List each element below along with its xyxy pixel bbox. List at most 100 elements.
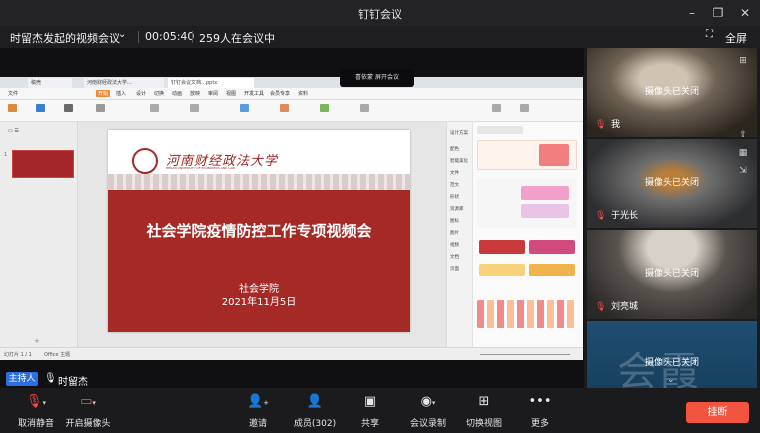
layout-icon[interactable] (64, 104, 73, 112)
invite-button[interactable]: 👤+ 邀请 (226, 394, 290, 429)
more-button[interactable]: ••• 更多 (508, 394, 572, 429)
camera-off-status: 摄像头已关闭 (644, 87, 699, 97)
lock-icon[interactable]: ⊞ (736, 56, 750, 66)
host-badge: 主持人 (6, 372, 38, 386)
textbox-icon[interactable] (240, 104, 249, 112)
wps-tab[interactable]: 稿壳 (28, 78, 72, 88)
maximize-icon[interactable]: ❐ (710, 5, 726, 21)
menu-item[interactable]: 文件 (8, 90, 18, 97)
new-slide-icon[interactable] (36, 104, 45, 112)
menu-item[interactable]: 切换 (154, 90, 164, 97)
wps-presentation-window: 稿壳 河南财经政法大学… 钉钉会议文档…pptx 文件 开始 插入 设计 切换 … (0, 77, 583, 360)
minimize-icon[interactable]: – (684, 5, 700, 21)
wps-tab[interactable]: 河南财经政法大学… (84, 78, 164, 88)
arrange-icon[interactable] (320, 104, 329, 112)
side-nav-item[interactable]: 设计方案 (450, 130, 468, 136)
side-nav-item[interactable]: 视频 (450, 242, 459, 248)
menu-item[interactable]: 会员专享 (270, 90, 290, 97)
menu-item[interactable]: 插入 (116, 90, 126, 97)
switch-view-label: 切换视图 (465, 419, 502, 429)
template-thumb[interactable] (529, 264, 575, 276)
slide-thumbnail[interactable] (12, 150, 74, 178)
meeting-info-bar: 时留杰发起的视频会议 ⌄ 00:05:40 259人在会议中 ⛶ 全屏 (0, 26, 760, 48)
side-nav-item[interactable]: 范文 (450, 182, 459, 188)
switch-view-button[interactable]: ⊞ 切换视图 (452, 394, 516, 429)
design-side-panel: 设计方案 配色 智能美化 文件 范文 形状 资源库 图标 图片 视频 文档 页面 (446, 122, 583, 347)
wps-status-bar: 幻灯片 1 / 1 Office 主题 (0, 347, 583, 360)
status-theme: Office 主题 (44, 352, 71, 358)
slide-date: 2021年11月5日 (221, 297, 297, 308)
mic-muted-icon: 🎙 (595, 302, 607, 312)
share-label: 共享 (360, 419, 379, 429)
video-tile[interactable]: 摄像头已关闭 🎙 刘亮城 (587, 230, 757, 319)
template-card-image (539, 144, 569, 166)
video-tile[interactable]: 摄像头已关闭 🎙 我 (587, 48, 757, 137)
menu-item[interactable]: 设计 (136, 90, 146, 97)
share-button[interactable]: ▣ 共享 (338, 394, 402, 429)
side-nav-item[interactable]: 智能美化 (450, 158, 468, 164)
zoom-slider[interactable] (480, 350, 570, 355)
microphone-icon: 🎙 (44, 373, 57, 384)
camera-button[interactable]: ▭▾ 开启摄像头 (56, 394, 120, 429)
video-tile[interactable]: 会霞 摄像头已关闭 ⌄ (587, 321, 757, 388)
design-side-nav: 设计方案 配色 智能美化 文件 范文 形状 资源库 图标 图片 视频 文档 页面 (447, 122, 473, 347)
template-thumb[interactable] (521, 204, 569, 218)
wps-ribbon (0, 100, 583, 122)
pin-icon[interactable]: ⇪ (736, 130, 750, 140)
color-scheme-grid[interactable] (477, 300, 577, 328)
menu-item[interactable]: 视图 (226, 90, 236, 97)
grid-view-icon: ⊞ (478, 394, 490, 409)
wps-tab-active[interactable]: 钉钉会议文档…pptx (168, 78, 254, 88)
side-nav-item[interactable]: 图片 (450, 230, 459, 236)
record-label: 会议录制 (409, 419, 446, 429)
share-doc-icon[interactable] (492, 104, 501, 112)
menu-item[interactable]: 开发工具 (244, 90, 264, 97)
hangup-button[interactable]: 挂断 (686, 402, 749, 423)
menu-item[interactable]: 放映 (190, 90, 200, 97)
add-slide-icon[interactable]: + (34, 337, 40, 345)
chevron-down-icon[interactable]: ⌄ (667, 375, 675, 385)
menu-item[interactable]: 动画 (172, 90, 182, 97)
video-tile[interactable]: 摄像头已关闭 🎙 于光长 (587, 139, 757, 228)
slide-thumbnail-panel: ▭ ☰ 1 + (0, 122, 78, 347)
host-name: 时留杰 (58, 377, 88, 388)
fullscreen-label[interactable]: 全屏 (725, 30, 747, 46)
side-nav-item[interactable]: 资源库 (450, 206, 464, 212)
menu-item-active[interactable]: 开始 (96, 90, 111, 97)
paste-icon[interactable] (8, 104, 17, 112)
bold-icon[interactable] (150, 104, 159, 112)
participant-count: 259人在会议中 (199, 32, 275, 45)
side-nav-item[interactable]: 文档 (450, 254, 459, 260)
fullscreen-icon[interactable]: ⛶ (706, 29, 713, 40)
collapse-icon[interactable]: ⇲ (736, 166, 750, 176)
sharing-indicator: 喜依蒙 屏开会议 (340, 69, 414, 87)
template-thumb[interactable] (529, 240, 575, 254)
side-nav-item[interactable]: 形状 (450, 194, 459, 200)
record-button[interactable]: ◉▾ 会议录制 (396, 394, 460, 429)
template-thumb[interactable] (479, 240, 525, 254)
comment-icon[interactable] (520, 104, 529, 112)
side-nav-item[interactable]: 页面 (450, 266, 459, 272)
menu-item[interactable]: 审阅 (208, 90, 218, 97)
font-icon[interactable] (96, 104, 105, 112)
template-thumb[interactable] (521, 186, 569, 200)
menu-item[interactable]: 资料 (298, 90, 308, 97)
meeting-name[interactable]: 时留杰发起的视频会议 (10, 30, 120, 46)
template-thumb[interactable] (479, 264, 525, 276)
side-nav-item[interactable]: 文件 (450, 170, 459, 176)
slide-title: 社会学院疫情防控工作专项视频会 (146, 222, 372, 240)
grid-icon[interactable]: ▦ (736, 148, 750, 158)
slide[interactable]: 河南财经政法大学 HENAN UNIVERSITY OF ECONOMICS A… (108, 130, 410, 332)
replace-icon[interactable] (360, 104, 369, 112)
side-nav-item[interactable]: 配色 (450, 146, 459, 152)
mic-muted-icon: 🎙 (595, 211, 607, 221)
camera-off-status: 摄像头已关闭 (644, 269, 699, 279)
side-nav-item[interactable]: 图标 (450, 218, 459, 224)
shape-icon[interactable] (280, 104, 289, 112)
panel-search[interactable] (477, 126, 523, 134)
wps-tab-strip: 稿壳 河南财经政法大学… 钉钉会议文档…pptx (0, 77, 583, 88)
more-label: 更多 (530, 419, 549, 429)
align-icon[interactable] (190, 104, 199, 112)
chevron-down-icon[interactable]: ⌄ (118, 29, 126, 40)
close-icon[interactable]: ✕ (737, 5, 753, 21)
